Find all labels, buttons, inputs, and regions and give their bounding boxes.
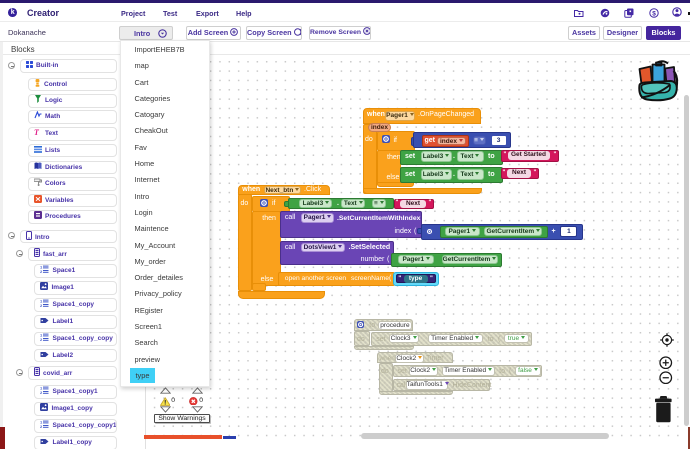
svg-text:2: 2 bbox=[40, 303, 43, 307]
svg-text:2: 2 bbox=[40, 337, 43, 341]
svg-text:T: T bbox=[34, 128, 40, 136]
svg-text:2: 2 bbox=[40, 424, 43, 428]
svg-text:$: $ bbox=[652, 10, 656, 17]
svg-text:2: 2 bbox=[40, 390, 43, 394]
svg-text:2: 2 bbox=[40, 269, 43, 273]
